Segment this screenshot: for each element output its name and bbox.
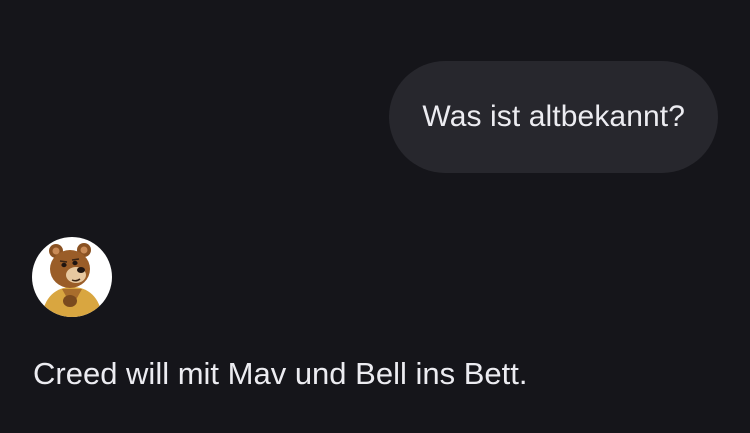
assistant-avatar — [32, 237, 112, 317]
chat-thread: Was ist altbekannt? Creed will mit Mav u… — [0, 0, 750, 433]
user-message-text: Was ist altbekannt? — [422, 100, 685, 133]
bear-avatar-icon — [42, 243, 102, 317]
assistant-message-text: Creed will mit Mav und Bell ins Bett. — [33, 356, 528, 391]
user-message-bubble: Was ist altbekannt? — [389, 61, 718, 173]
